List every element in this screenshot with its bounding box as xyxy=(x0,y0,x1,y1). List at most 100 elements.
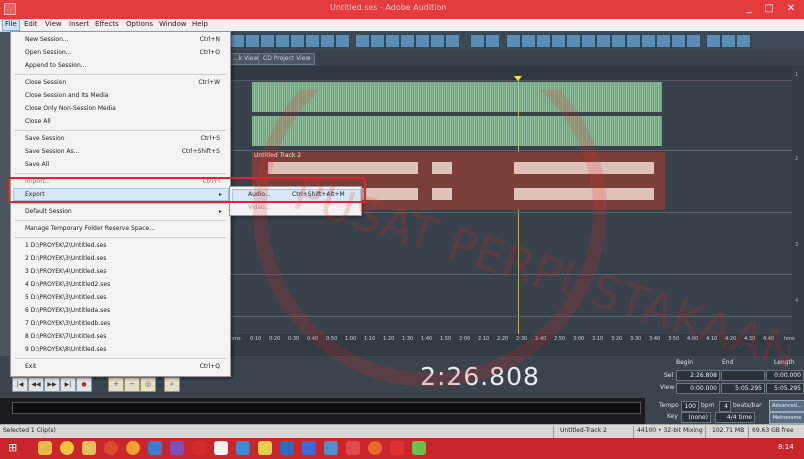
time-ruler[interactable]: hms 0:10 0:20 0:30 0:40 0:50 1:00 1:10 1… xyxy=(228,334,804,356)
recent-file-item[interactable]: 6 D:\PROYEK\3\Untitleda.ses xyxy=(25,307,110,314)
word-icon[interactable] xyxy=(148,441,162,455)
toolbar-button[interactable] xyxy=(596,34,611,48)
toolbar-button[interactable] xyxy=(385,34,400,48)
toolbar-button[interactable] xyxy=(551,34,566,48)
menu-edit[interactable]: Edit xyxy=(22,20,40,28)
toolbar-button[interactable] xyxy=(706,34,721,48)
sel-length-field[interactable]: 0:00.000 xyxy=(766,370,804,381)
minimize-button[interactable]: _ xyxy=(740,2,758,16)
menu-item-save-all[interactable]: Save All xyxy=(25,161,49,168)
menu-item-new-session[interactable]: New Session... xyxy=(25,36,69,43)
chrome-icon[interactable] xyxy=(60,441,74,455)
metronome-button[interactable]: Metronome xyxy=(769,412,804,424)
toolbar-button[interactable] xyxy=(611,34,626,48)
recent-file-item[interactable]: 7 D:\PROYEK\3\Untitledb.ses xyxy=(25,320,110,327)
toolbar-button[interactable] xyxy=(470,34,485,48)
record-button[interactable]: ● xyxy=(76,377,92,392)
app-icon[interactable] xyxy=(390,441,404,455)
toolbar-button[interactable] xyxy=(566,34,581,48)
toolbar-button[interactable] xyxy=(245,34,260,48)
toolbar-button[interactable] xyxy=(260,34,275,48)
toolbar-button[interactable] xyxy=(415,34,430,48)
app-icon[interactable] xyxy=(346,441,360,455)
toolbar-button[interactable] xyxy=(355,34,370,48)
firefox-icon[interactable] xyxy=(104,441,118,455)
tempo-field[interactable]: 100 xyxy=(681,401,699,412)
toolbar-button[interactable] xyxy=(536,34,551,48)
toolbar-button[interactable] xyxy=(521,34,536,48)
sel-end-field[interactable] xyxy=(721,370,765,381)
menu-item-exit[interactable]: Exit xyxy=(25,363,36,370)
toolbar-button[interactable] xyxy=(656,34,671,48)
menu-options[interactable]: Options xyxy=(124,20,155,28)
app-icon[interactable] xyxy=(412,441,426,455)
audio-clip-track1-bottom[interactable] xyxy=(252,116,662,146)
recent-file-item[interactable]: 2 D:\PROYEK\3\Untitled.ses xyxy=(25,255,106,262)
time-signature-select[interactable]: 4/4 time xyxy=(715,412,755,423)
toolbar-button[interactable] xyxy=(485,34,500,48)
zoom-selection-icon[interactable]: ⌕ xyxy=(164,377,180,392)
app-icon[interactable] xyxy=(302,441,316,455)
menu-view[interactable]: View xyxy=(43,20,64,28)
zoom-full-icon[interactable]: ◎ xyxy=(140,377,156,392)
recent-file-item[interactable]: 5 D:\PROYEK\3\Untitled.ses xyxy=(25,294,106,301)
go-to-start-button[interactable]: |◀ xyxy=(12,377,28,392)
recent-file-item[interactable]: 9 D:\PROYEK\8\Untitled.ses xyxy=(25,346,106,353)
app-icon[interactable] xyxy=(324,441,338,455)
rewind-button[interactable]: ◀◀ xyxy=(28,377,44,392)
toolbar-button[interactable] xyxy=(445,34,460,48)
menu-help[interactable]: Help xyxy=(190,20,210,28)
photoshop-icon[interactable] xyxy=(170,441,184,455)
recent-file-item[interactable]: 4 D:\PROYEK\3\Untitled2.ses xyxy=(25,281,110,288)
toolbar-button[interactable] xyxy=(335,34,350,48)
sel-begin-field[interactable]: 2:26.808 xyxy=(676,370,720,381)
menu-item-close-non-session-media[interactable]: Close Only Non-Session Media xyxy=(25,105,116,112)
toolbar-button[interactable] xyxy=(686,34,701,48)
toolbar-button[interactable] xyxy=(671,34,686,48)
zoom-in-icon[interactable]: + xyxy=(108,377,124,392)
menu-item-close-session-and-media[interactable]: Close Session and Its Media xyxy=(25,92,108,99)
go-to-end-button[interactable]: ▶| xyxy=(60,377,76,392)
app-icon[interactable] xyxy=(82,441,96,455)
recent-file-item[interactable]: 3 D:\PROYEK\4\Untitled.ses xyxy=(25,268,106,275)
file-explorer-icon[interactable] xyxy=(38,441,52,455)
toolbar-button[interactable] xyxy=(290,34,305,48)
toolbar-button[interactable] xyxy=(400,34,415,48)
menu-item-save-session-as[interactable]: Save Session As... xyxy=(25,148,79,155)
toolbar-button[interactable] xyxy=(370,34,385,48)
fast-forward-button[interactable]: ▶▶ xyxy=(44,377,60,392)
menu-window[interactable]: Window xyxy=(157,20,189,28)
advanced-button[interactable]: Advanced... xyxy=(769,400,804,412)
start-icon[interactable]: ⊞ xyxy=(8,442,20,454)
menu-item-export-video[interactable]: Video... xyxy=(248,204,270,211)
menu-item-save-session[interactable]: Save Session xyxy=(25,135,65,142)
toolbar-button[interactable] xyxy=(721,34,736,48)
toolbar-button[interactable] xyxy=(626,34,641,48)
app-icon[interactable] xyxy=(214,441,228,455)
zoom-out-icon[interactable]: − xyxy=(124,377,140,392)
app-icon[interactable] xyxy=(236,441,250,455)
menu-item-close-all[interactable]: Close All xyxy=(25,118,51,125)
toolbar-button[interactable] xyxy=(230,34,245,48)
toolbar-button[interactable] xyxy=(641,34,656,48)
app-icon[interactable] xyxy=(368,441,382,455)
menu-item-open-session[interactable]: Open Session... xyxy=(25,49,72,56)
menu-item-append-to-session[interactable]: Append to Session... xyxy=(25,62,86,69)
menu-item-close-session[interactable]: Close Session xyxy=(25,79,66,86)
app-icon[interactable] xyxy=(280,441,294,455)
key-select[interactable]: (none) xyxy=(681,412,711,423)
menu-file[interactable]: File xyxy=(2,19,20,31)
menu-effects[interactable]: Effects xyxy=(93,20,121,28)
toolbar-button[interactable] xyxy=(430,34,445,48)
toolbar-button[interactable] xyxy=(736,34,751,48)
vertical-scrollbar[interactable]: 1 2 3 4 xyxy=(792,66,804,334)
menu-item-default-session[interactable]: Default Session xyxy=(25,208,72,215)
view-end-field[interactable]: 5:05.295 xyxy=(721,383,765,394)
recent-file-item[interactable]: 1 D:\PROYEK\2\Untitled.ses xyxy=(25,242,106,249)
menu-insert[interactable]: Insert xyxy=(67,20,91,28)
recent-file-item[interactable]: 8 D:\PROYEK\7\Untitled.ses xyxy=(25,333,106,340)
maximize-button[interactable]: □ xyxy=(760,2,778,16)
view-begin-field[interactable]: 0:00.000 xyxy=(676,383,720,394)
app-icon[interactable] xyxy=(126,441,140,455)
tab-cd-project-view[interactable]: CD Project View xyxy=(258,53,316,65)
